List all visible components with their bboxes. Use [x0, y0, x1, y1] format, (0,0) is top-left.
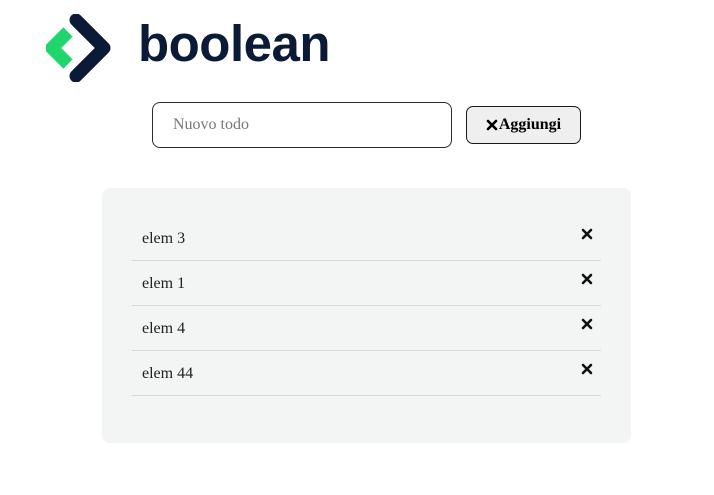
close-icon	[581, 363, 593, 375]
todo-item-text: elem 44	[142, 365, 194, 382]
add-todo-button[interactable]: Aggiungi	[466, 106, 581, 144]
todo-item: elem 3	[132, 216, 601, 261]
add-todo-label: Aggiungi	[498, 116, 562, 133]
brand-logo: boolean	[46, 14, 331, 82]
todo-panel: elem 3 elem 1 elem 4 elem 44	[102, 188, 631, 443]
brand-name: boolean	[138, 15, 331, 72]
todo-item: elem 4	[132, 306, 601, 351]
close-icon	[581, 228, 593, 240]
todo-item: elem 44	[132, 351, 601, 396]
delete-todo-button[interactable]	[577, 359, 597, 379]
delete-todo-button[interactable]	[577, 224, 597, 244]
todo-list: elem 3 elem 1 elem 4 elem 44	[132, 216, 601, 396]
todo-item-text: elem 4	[142, 320, 186, 337]
close-icon	[486, 119, 498, 131]
close-icon	[581, 273, 593, 285]
delete-todo-button[interactable]	[577, 314, 597, 334]
brand-logo-icon	[46, 14, 111, 82]
todo-item-text: elem 3	[142, 230, 186, 247]
todo-item: elem 1	[132, 261, 601, 306]
close-icon	[581, 318, 593, 330]
new-todo-input[interactable]	[152, 102, 452, 148]
delete-todo-button[interactable]	[577, 269, 597, 289]
todo-form: Aggiungi	[152, 102, 581, 148]
todo-item-text: elem 1	[142, 275, 186, 292]
